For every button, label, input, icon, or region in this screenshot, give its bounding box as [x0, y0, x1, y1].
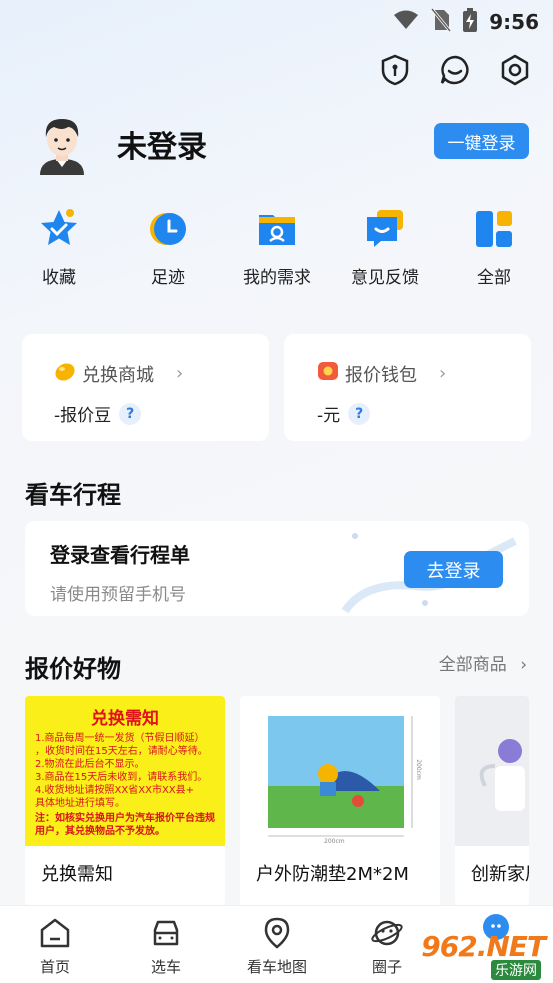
bottom-nav-home[interactable]: 首页 — [15, 916, 95, 977]
wifi-icon — [393, 9, 419, 35]
chat-icon — [363, 207, 407, 251]
bottom-nav-label: 看车地图 — [246, 958, 307, 976]
bottom-nav-map[interactable]: 看车地图 — [237, 916, 317, 977]
status-bar: 9:56 — [0, 0, 553, 40]
quick-nav-label: 全部 — [477, 268, 511, 288]
trip-card[interactable]: 登录查看行程单 请使用预留手机号 去登录 — [25, 521, 529, 616]
points-mall-title-row: 兑换商城 › — [54, 360, 269, 387]
folder-icon — [255, 207, 299, 251]
product-image — [455, 696, 529, 846]
status-time: 9:56 — [489, 10, 539, 34]
wallet-value-row: -元 ? — [317, 401, 531, 426]
notice-line: 4.收货地址请按照XX省XX市XX县+ — [35, 785, 195, 796]
map-pin-icon — [260, 916, 294, 950]
points-value: -报价豆 — [54, 406, 112, 426]
all-goods-label: 全部商品 — [438, 655, 507, 675]
product-card-home[interactable]: 创新家居 — [455, 696, 529, 906]
quick-nav-label: 收藏 — [42, 268, 76, 288]
bottom-nav-label: 首页 — [39, 958, 70, 976]
all-goods-link[interactable]: 全部商品 › — [439, 650, 527, 675]
product-name: 创新家居 — [471, 864, 529, 885]
notice-line: 具体地址进行填写。 — [35, 798, 125, 809]
bottom-nav-choose-car[interactable]: 选车 — [126, 916, 206, 977]
go-login-button[interactable]: 去登录 — [404, 551, 503, 588]
watermark-subtext: 乐游网 — [491, 960, 541, 980]
wallet-title-row: 报价钱包 › — [317, 360, 531, 387]
privacy-shield-icon[interactable] — [377, 52, 413, 88]
wallet-card[interactable]: 报价钱包 › -元 ? — [284, 334, 531, 441]
notice-line: 1.商品每周一统一发货（节假日顺延） — [35, 733, 205, 744]
notice-line: 2.物流在此后台不显示。 — [35, 759, 145, 770]
points-mall-title: 兑换商城 — [82, 364, 154, 386]
notice-image: 兑换需知 1.商品每周一统一发货（节假日顺延） ，收货时间在15天左右，请耐心等… — [25, 696, 225, 846]
username[interactable]: 未登录 — [117, 122, 207, 166]
quick-nav: 收藏 足迹 我的需求 意见反馈 全部 — [0, 207, 553, 297]
quick-nav-label: 意见反馈 — [351, 268, 419, 288]
quick-nav-my-needs[interactable]: 我的需求 — [227, 207, 327, 288]
wallet-help-button[interactable]: ? — [348, 402, 371, 425]
battery-charging-icon — [463, 8, 478, 36]
trip-section-title: 看车行程 — [25, 481, 121, 509]
wallet-title: 报价钱包 — [345, 364, 417, 386]
product-card-notice[interactable]: 兑换需知 1.商品每周一统一发货（节假日顺延） ，收货时间在15天左右，请耐心等… — [25, 696, 225, 906]
outdoor-mat-image — [268, 716, 413, 837]
grid-icon — [472, 207, 516, 251]
bottom-nav-label: 选车 — [150, 958, 181, 976]
top-icon-row — [377, 52, 533, 88]
notice-title: 兑换需知 — [91, 709, 159, 729]
quick-nav-label: 我的需求 — [243, 268, 311, 288]
product-name: 兑换需知 — [41, 864, 113, 885]
chevron-right-icon: › — [520, 655, 527, 675]
product-image: 200cm 200cm — [240, 696, 440, 846]
wallet-value: -元 — [317, 406, 341, 426]
chevron-right-icon: › — [439, 363, 447, 384]
product-name: 户外防潮垫2M*2M — [256, 864, 409, 885]
quick-nav-all[interactable]: 全部 — [444, 207, 544, 288]
points-help-button[interactable]: ? — [119, 402, 142, 425]
watermark-logo: 962.NET 乐游网 — [405, 930, 546, 980]
no-sim-icon — [431, 8, 452, 36]
car-icon — [149, 916, 183, 950]
watermark-text: 962.NET — [421, 930, 546, 963]
home-icon — [38, 916, 72, 950]
clock-icon — [146, 207, 190, 251]
chevron-right-icon: › — [176, 363, 184, 384]
star-icon — [37, 207, 81, 251]
quick-nav-feedback[interactable]: 意见反馈 — [335, 207, 435, 288]
product-card-mat[interactable]: 200cm 200cm 户外防潮垫2M*2M — [240, 696, 440, 906]
notice-line: ，收货时间在15天左右，请耐心等待。 — [35, 746, 208, 757]
mat-height-label: 200cm — [414, 759, 422, 780]
wallet-icon — [317, 360, 339, 387]
avatar[interactable] — [34, 113, 90, 175]
bean-icon — [54, 360, 76, 387]
quick-nav-favorites[interactable]: 收藏 — [9, 207, 109, 288]
home-product-image — [479, 739, 525, 811]
settings-icon[interactable] — [497, 52, 533, 88]
one-click-login-button[interactable]: 一键登录 — [434, 123, 529, 159]
quick-nav-history[interactable]: 足迹 — [118, 207, 218, 288]
planet-icon — [370, 916, 404, 950]
notice-note: 注：如核实兑换用户为汽车报价平台违规用户，其兑换物品不予发放。 — [35, 813, 215, 837]
notice-line: 3.商品在15天后未收到，请联系我们。 — [35, 772, 208, 783]
points-mall-card[interactable]: 兑换商城 › -报价豆 ? — [22, 334, 269, 441]
points-value-row: -报价豆 ? — [54, 401, 269, 426]
mat-width-label: 200cm — [324, 838, 345, 845]
status-icons: 9:56 — [393, 8, 539, 36]
quick-nav-label: 足迹 — [151, 268, 185, 288]
notice-lines: 1.商品每周一统一发货（节假日顺延） ，收货时间在15天左右，请耐心等待。 2.… — [35, 732, 215, 810]
goods-section-title: 报价好物 — [25, 655, 121, 683]
message-icon[interactable] — [437, 52, 473, 88]
